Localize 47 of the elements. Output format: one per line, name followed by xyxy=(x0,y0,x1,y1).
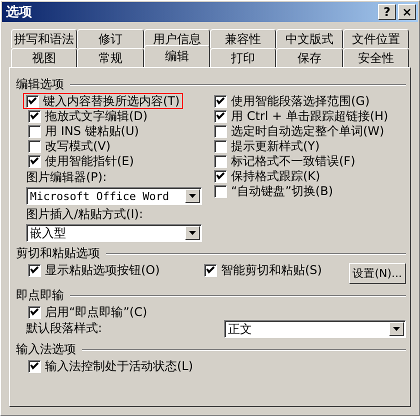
checkbox[interactable]: 使用智能段落选择范围(G) xyxy=(212,94,372,108)
tab[interactable]: 文件位置 xyxy=(342,29,409,48)
tab[interactable]: 安全性 xyxy=(342,48,409,67)
field-label: 默认段落样式: xyxy=(26,320,104,337)
checkbox[interactable]: 启用“即点即输”(C) xyxy=(26,305,150,319)
checkbox[interactable]: 改写模式(V) xyxy=(26,139,113,153)
checkbox[interactable]: 智能剪切和粘贴(S) xyxy=(202,263,324,277)
checkmark-icon xyxy=(206,266,215,274)
tab[interactable]: 打印 xyxy=(210,48,276,67)
checkmark-icon xyxy=(30,157,39,165)
checkmark-icon xyxy=(30,362,39,370)
checkbox[interactable]: 键入内容替换所选内容(T) xyxy=(24,94,182,108)
group-title: 输入法选项 xyxy=(16,341,76,358)
checkmark-icon xyxy=(30,266,39,274)
tab[interactable]: 拼写和语法 xyxy=(11,29,78,48)
tab[interactable]: 兼容性 xyxy=(210,29,276,48)
tab[interactable]: 视图 xyxy=(11,48,78,67)
checkmark-icon xyxy=(30,308,39,316)
checkbox[interactable]: “自动键盘”切换(B) xyxy=(212,184,336,198)
dropdown-field[interactable]: Microsoft Office Word xyxy=(26,187,202,205)
dropdown-field[interactable]: 嵌入型 xyxy=(26,224,202,242)
tab[interactable]: 修订 xyxy=(77,29,144,48)
close-button[interactable]: × xyxy=(398,4,416,20)
dropdown-field[interactable]: 正文 xyxy=(224,320,406,338)
checkbox[interactable]: 拖放式文字编辑(D) xyxy=(26,109,150,123)
checkbox[interactable]: 显示粘贴选项按钮(O) xyxy=(26,263,162,277)
window-title: 选项 xyxy=(6,4,33,21)
settings-button[interactable]: 设置(N)... xyxy=(348,263,406,284)
help-button[interactable]: ? xyxy=(378,4,396,20)
tab[interactable]: 常规 xyxy=(77,48,144,67)
checkmark-icon xyxy=(216,172,225,180)
field-label: 图片编辑器(P): xyxy=(26,169,108,186)
field-label: 图片插入/粘贴方式(I): xyxy=(26,206,144,223)
group-title: 剪切和粘贴选项 xyxy=(16,245,100,262)
checkbox[interactable]: 使用智能指针(E) xyxy=(26,154,136,168)
checkbox[interactable]: 保持格式跟踪(K) xyxy=(212,169,322,183)
group-title: 即点即输 xyxy=(16,287,64,304)
checkbox[interactable]: 提示更新样式(Y) xyxy=(212,139,322,153)
tab[interactable]: 编辑 xyxy=(144,45,210,67)
checkbox[interactable]: 用 INS 键粘贴(U) xyxy=(26,124,141,138)
checkbox[interactable]: 选定时自动选定整个单词(W) xyxy=(212,124,386,138)
checkbox[interactable]: 输入法控制处于活动状态(L) xyxy=(26,359,196,373)
group-title: 编辑选项 xyxy=(16,76,64,93)
checkbox[interactable]: 用 Ctrl + 单击跟踪超链接(H) xyxy=(212,109,390,123)
tab[interactable]: 保存 xyxy=(276,48,343,67)
tab[interactable]: 中文版式 xyxy=(276,29,343,48)
checkbox[interactable]: 标记格式不一致错误(F) xyxy=(212,154,358,168)
